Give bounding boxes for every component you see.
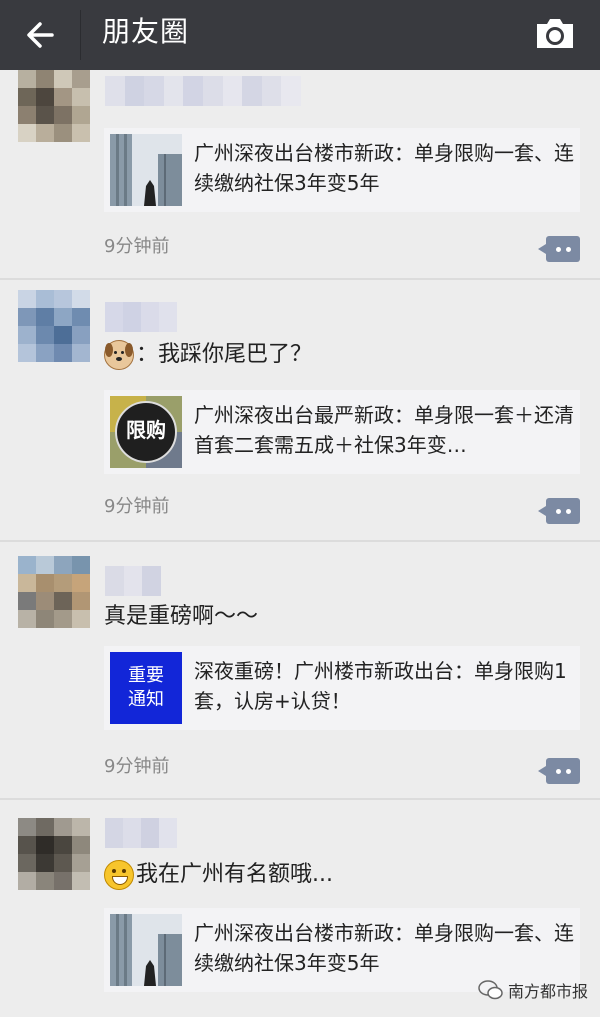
- shared-link-card[interactable]: 广州深夜出台楼市新政：单身限购一套、连续缴纳社保3年变5年: [104, 128, 580, 212]
- header-divider: [80, 10, 81, 60]
- thumb-label: 限购: [126, 418, 166, 442]
- post-time: 9分钟前: [104, 756, 170, 777]
- avatar[interactable]: [18, 556, 90, 628]
- avatar[interactable]: [18, 70, 90, 142]
- moment-post: ：我踩你尾巴了？ 限购 广州深夜出台最严新政：单身限一套＋还清首套二套需五成＋社…: [0, 280, 600, 540]
- link-thumbnail: 重要 通知: [110, 652, 182, 724]
- dog-emoji-icon: [104, 340, 134, 370]
- post-text: 我在广州有名额哦...: [104, 860, 333, 890]
- post-text-content: 我在广州有名额哦...: [136, 862, 333, 887]
- username-blurred[interactable]: [105, 76, 301, 106]
- shared-link-card[interactable]: 重要 通知 深夜重磅！广州楼市新政出台：单身限购1套，认房+认贷！: [104, 646, 580, 730]
- grinning-emoji-icon: [104, 860, 134, 890]
- watermark: 南方都市报: [478, 978, 588, 1002]
- camera-icon[interactable]: [533, 14, 577, 54]
- top-bar: 朋友圈: [0, 0, 600, 70]
- back-arrow-icon[interactable]: [22, 15, 62, 55]
- comment-button[interactable]: [538, 758, 580, 784]
- shared-link-card[interactable]: 限购 广州深夜出台最严新政：单身限一套＋还清首套二套需五成＋社保3年变…: [104, 390, 580, 474]
- wechat-logo-icon: [478, 980, 503, 1000]
- link-thumbnail: [110, 914, 182, 986]
- link-thumbnail: [110, 134, 182, 206]
- link-title: 广州深夜出台最严新政：单身限一套＋还清首套二套需五成＋社保3年变…: [194, 403, 574, 457]
- moment-post: 真是重磅啊～～ 重要 通知 深夜重磅！广州楼市新政出台：单身限购1套，认房+认贷…: [0, 542, 600, 798]
- link-title: 深夜重磅！广州楼市新政出台：单身限购1套，认房+认贷！: [194, 659, 567, 713]
- username-blurred[interactable]: [105, 818, 177, 848]
- post-time: 9分钟前: [104, 496, 170, 517]
- post-text: 真是重磅啊～～: [104, 602, 258, 632]
- post-text-content: 真是重磅啊～～: [104, 604, 259, 629]
- comment-button[interactable]: [538, 498, 580, 524]
- avatar[interactable]: [18, 290, 90, 362]
- page-title: 朋友圈: [102, 15, 190, 48]
- post-text-content: ：我踩你尾巴了？: [136, 342, 313, 367]
- watermark-text: 南方都市报: [508, 982, 589, 1001]
- link-title: 广州深夜出台楼市新政：单身限购一套、连续缴纳社保3年变5年: [194, 141, 574, 195]
- avatar[interactable]: [18, 818, 90, 890]
- moment-post: 广州深夜出台楼市新政：单身限购一套、连续缴纳社保3年变5年 9分钟前: [0, 70, 600, 278]
- thumb-label: 重要 通知: [128, 665, 164, 710]
- post-text: ：我踩你尾巴了？: [104, 340, 312, 370]
- username-blurred[interactable]: [105, 302, 177, 332]
- post-time: 9分钟前: [104, 236, 170, 257]
- comment-button[interactable]: [538, 236, 580, 262]
- username-blurred[interactable]: [105, 566, 162, 596]
- link-title: 广州深夜出台楼市新政：单身限购一套、连续缴纳社保3年变5年: [194, 921, 574, 975]
